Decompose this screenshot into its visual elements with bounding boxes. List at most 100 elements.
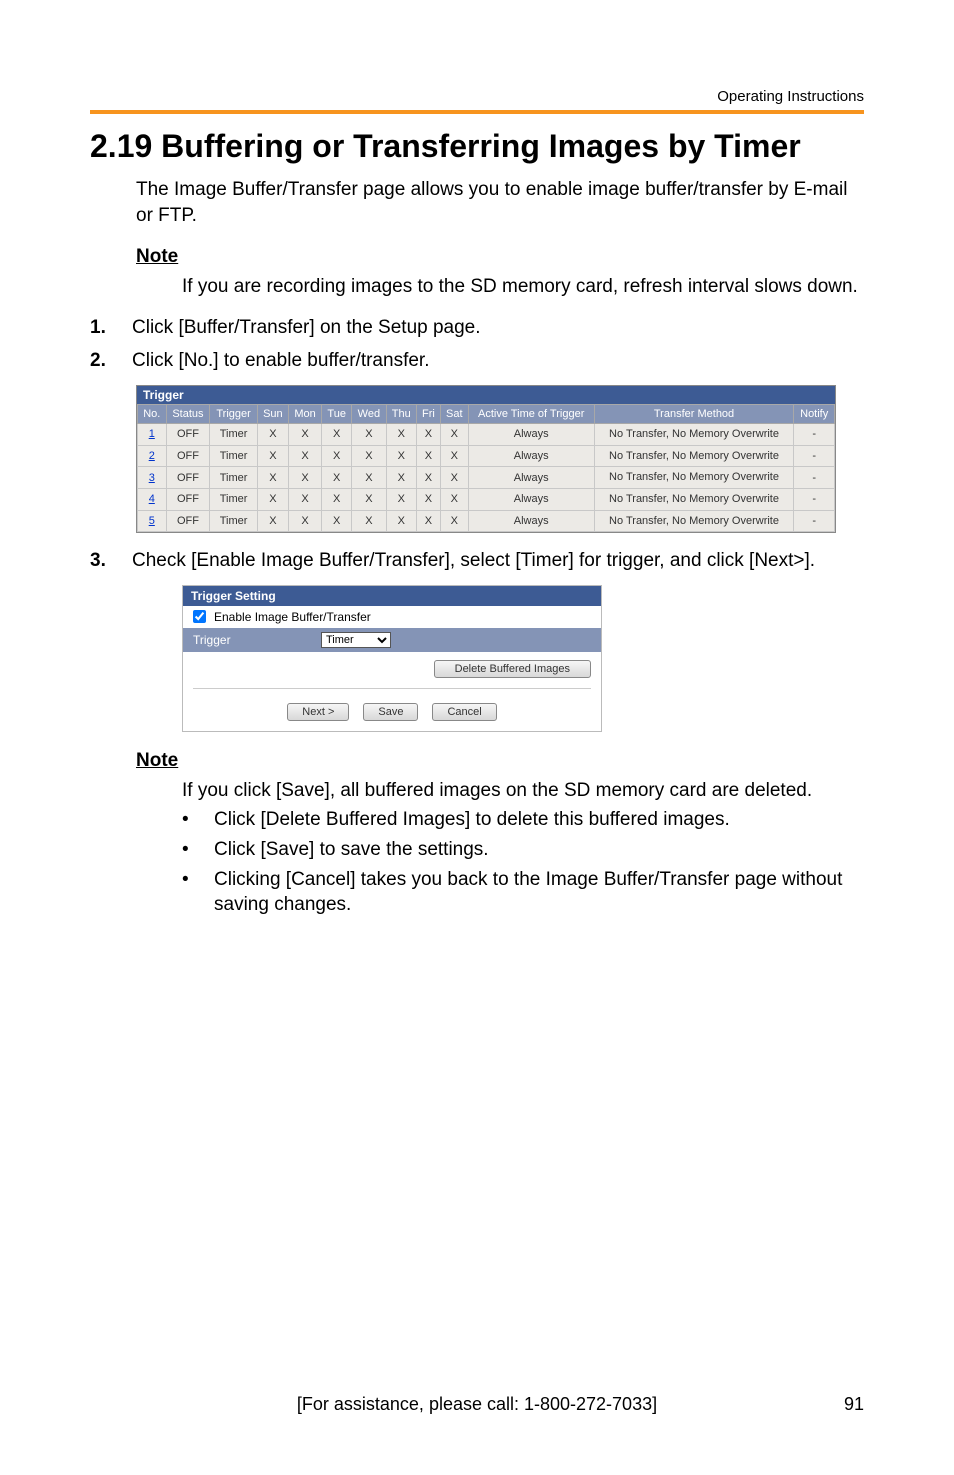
cell: X [352, 510, 386, 532]
cell: Timer [210, 467, 257, 489]
row-no-link[interactable]: 3 [149, 472, 155, 484]
col-method: Transfer Method [594, 405, 794, 424]
cell: X [288, 510, 321, 532]
cell: X [257, 445, 288, 467]
cell: OFF [166, 510, 210, 532]
cell: X [288, 467, 321, 489]
cell: X [440, 488, 468, 510]
enable-buffer-checkbox[interactable] [193, 610, 206, 623]
col-thu: Thu [386, 405, 417, 424]
cell: Timer [210, 488, 257, 510]
intro-paragraph: The Image Buffer/Transfer page allows yo… [136, 177, 864, 228]
note-body-2: If you click [Save], all buffered images… [182, 778, 864, 804]
cell: - [794, 445, 835, 467]
cell: OFF [166, 445, 210, 467]
col-wed: Wed [352, 405, 386, 424]
cell: X [322, 467, 352, 489]
cell: X [288, 424, 321, 446]
cell: No Transfer, No Memory Overwrite [594, 510, 794, 532]
cell: - [794, 467, 835, 489]
cell: - [794, 424, 835, 446]
cell: 2 [138, 445, 167, 467]
note-heading-2: Note [136, 750, 864, 772]
trigger-table-figure: Trigger No. Status Trigger Sun Mon Tue W… [136, 385, 836, 533]
cell: X [417, 488, 441, 510]
cell: X [257, 467, 288, 489]
cell: No Transfer, No Memory Overwrite [594, 445, 794, 467]
trigger-field-label: Trigger [193, 633, 313, 647]
col-sat: Sat [440, 405, 468, 424]
row-no-link[interactable]: 4 [149, 493, 155, 505]
cell: 3 [138, 467, 167, 489]
table-row: 3OFFTimerXXXXXXXAlwaysNo Transfer, No Me… [138, 467, 835, 489]
note-heading: Note [136, 246, 864, 268]
cell: Always [468, 488, 594, 510]
cell: X [386, 424, 417, 446]
cell: Always [468, 510, 594, 532]
step-number: 1. [90, 314, 118, 342]
cell: 1 [138, 424, 167, 446]
bullet-text: Click [Save] to save the settings. [214, 837, 489, 863]
cell: 5 [138, 510, 167, 532]
cell: X [440, 510, 468, 532]
cell: X [386, 467, 417, 489]
section-title: 2.19 Buffering or Transferring Images by… [90, 128, 864, 165]
footer-assistance: [For assistance, please call: 1-800-272-… [284, 1394, 671, 1415]
cancel-button[interactable]: Cancel [432, 703, 496, 721]
col-trigger: Trigger [210, 405, 257, 424]
save-button[interactable]: Save [363, 703, 418, 721]
cell: X [417, 424, 441, 446]
cell: X [322, 510, 352, 532]
cell: X [386, 488, 417, 510]
row-no-link[interactable]: 2 [149, 450, 155, 462]
cell: X [440, 424, 468, 446]
cell: - [794, 510, 835, 532]
delete-buffered-images-button[interactable]: Delete Buffered Images [434, 660, 591, 678]
cell: - [794, 488, 835, 510]
trigger-table-title: Trigger [137, 386, 835, 404]
table-row: 1OFFTimerXXXXXXXAlwaysNo Transfer, No Me… [138, 424, 835, 446]
bullet-icon: • [182, 807, 196, 833]
bullet-icon: • [182, 837, 196, 863]
cell: Timer [210, 424, 257, 446]
cell: X [352, 424, 386, 446]
col-mon: Mon [288, 405, 321, 424]
trigger-select[interactable]: Timer [321, 632, 391, 648]
trigger-table: No. Status Trigger Sun Mon Tue Wed Thu F… [137, 404, 835, 532]
col-no: No. [138, 405, 167, 424]
page-number: 91 [671, 1394, 865, 1415]
trigger-setting-title: Trigger Setting [183, 586, 601, 606]
table-row: 2OFFTimerXXXXXXXAlwaysNo Transfer, No Me… [138, 445, 835, 467]
header-rule [90, 110, 864, 114]
cell: No Transfer, No Memory Overwrite [594, 424, 794, 446]
cell: X [352, 488, 386, 510]
col-notify: Notify [794, 405, 835, 424]
step-number: 3. [90, 547, 118, 575]
step-text: Click [No.] to enable buffer/transfer. [132, 347, 864, 375]
col-fri: Fri [417, 405, 441, 424]
cell: Always [468, 445, 594, 467]
col-tue: Tue [322, 405, 352, 424]
col-active: Active Time of Trigger [468, 405, 594, 424]
cell: X [440, 445, 468, 467]
cell: Timer [210, 510, 257, 532]
cell: Timer [210, 445, 257, 467]
row-no-link[interactable]: 5 [149, 515, 155, 527]
header-right: Operating Instructions [717, 88, 864, 105]
next-button[interactable]: Next > [287, 703, 349, 721]
step-number: 2. [90, 347, 118, 375]
step-text: Check [Enable Image Buffer/Transfer], se… [132, 547, 864, 575]
cell: X [322, 488, 352, 510]
cell: X [288, 445, 321, 467]
cell: X [352, 445, 386, 467]
cell: Always [468, 424, 594, 446]
table-row: 4OFFTimerXXXXXXXAlwaysNo Transfer, No Me… [138, 488, 835, 510]
cell: X [288, 488, 321, 510]
cell: X [257, 488, 288, 510]
trigger-setting-panel: Trigger Setting Enable Image Buffer/Tran… [182, 585, 602, 732]
cell: X [257, 510, 288, 532]
row-no-link[interactable]: 1 [149, 428, 155, 440]
cell: No Transfer, No Memory Overwrite [594, 488, 794, 510]
cell: OFF [166, 488, 210, 510]
cell: No Transfer, No Memory Overwrite [594, 467, 794, 489]
